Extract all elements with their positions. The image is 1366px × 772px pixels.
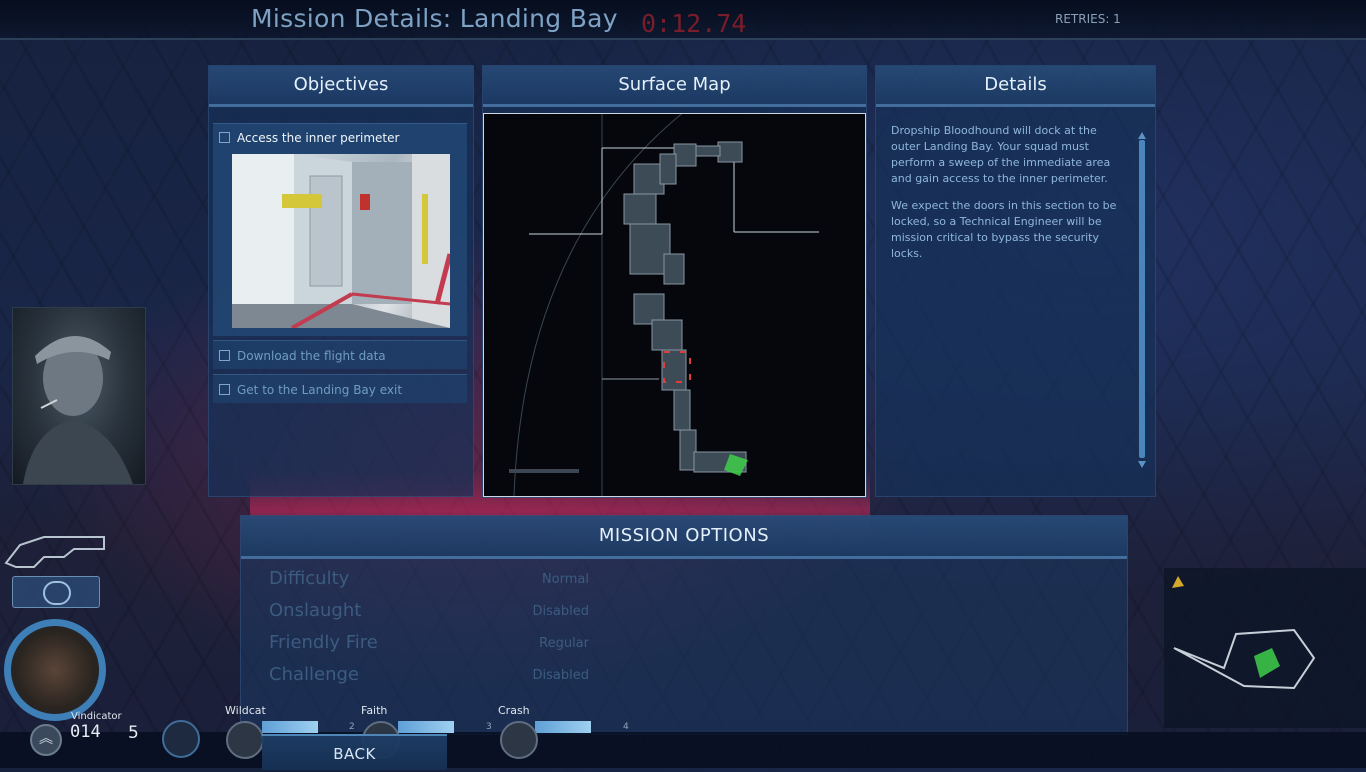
squad-member-icon	[226, 721, 264, 759]
squad-member-health-bar	[262, 721, 318, 733]
option-onslaught[interactable]: Onslaught Disabled	[269, 600, 589, 630]
objective-label: Access the inner perimeter	[237, 131, 400, 145]
objective-label: Get to the Landing Bay exit	[237, 383, 403, 397]
weapon-icon	[4, 523, 106, 573]
surface-map-title: Surface Map	[483, 66, 866, 107]
surface-map[interactable]	[483, 103, 866, 497]
objective-item[interactable]: Download the flight data	[213, 340, 467, 369]
objectives-title: Objectives	[209, 66, 473, 107]
option-value: Disabled	[532, 604, 589, 619]
details-scrollbar[interactable]	[1138, 132, 1146, 468]
objective-preview-image	[232, 154, 450, 328]
details-paragraph: Dropship Bloodhound will dock at the out…	[891, 124, 1111, 185]
option-value: Disabled	[532, 668, 589, 683]
objective-item[interactable]: Access the inner perimeter	[213, 123, 467, 336]
ability-icon	[162, 720, 200, 758]
squad-member-count: 2	[349, 722, 355, 732]
scroll-up-arrow-icon[interactable]	[1138, 132, 1146, 139]
grenade-count: 5	[128, 723, 139, 743]
details-text: Dropship Bloodhound will dock at the out…	[891, 123, 1126, 273]
mission-options-panel: MISSION OPTIONS Difficulty Normal Onslau…	[240, 515, 1128, 735]
details-panel: Details Dropship Bloodhound will dock at…	[875, 65, 1156, 497]
retries-counter: RETRIES: 1	[1055, 12, 1121, 26]
scrollbar-thumb[interactable]	[1139, 140, 1145, 458]
leader-health-ring	[4, 619, 106, 721]
objective-label: Download the flight data	[237, 349, 386, 363]
details-paragraph: We expect the doors in this section to b…	[891, 199, 1117, 260]
option-label: Challenge	[269, 664, 359, 685]
squad-member-health-bar	[535, 721, 591, 733]
squad-bar	[0, 732, 1366, 768]
objective-checkbox[interactable]	[219, 384, 230, 395]
ammo-count: 014	[70, 722, 101, 742]
leader-name: Vindicator	[71, 711, 122, 722]
squad-member-name: Faith	[361, 704, 388, 717]
objective-item[interactable]: Get to the Landing Bay exit	[213, 374, 467, 403]
squad-member-count: 3	[486, 722, 492, 732]
squad-member-health-bar	[398, 721, 454, 733]
squad-member-icon	[500, 721, 538, 759]
top-bar: Mission Details: Landing Bay 0:12.74 RET…	[0, 0, 1366, 40]
squad-member-count: 4	[623, 722, 629, 732]
squad-member-name: Wildcat	[225, 704, 266, 717]
back-button[interactable]: BACK	[262, 734, 447, 770]
commander-portrait	[12, 307, 146, 485]
ammo-gadget-icon	[12, 576, 100, 608]
option-challenge[interactable]: Challenge Disabled	[269, 664, 589, 694]
option-label: Difficulty	[269, 568, 350, 589]
option-label: Friendly Fire	[269, 632, 378, 653]
objectives-panel: Objectives Access the inner perimeter Do…	[208, 65, 474, 497]
option-friendly-fire[interactable]: Friendly Fire Regular	[269, 632, 589, 662]
objective-checkbox[interactable]	[219, 350, 230, 361]
option-label: Onslaught	[269, 600, 362, 621]
option-difficulty[interactable]: Difficulty Normal	[269, 568, 589, 598]
option-value: Normal	[541, 572, 589, 587]
mission-timer: 0:12.74	[641, 9, 747, 38]
details-title: Details	[876, 66, 1155, 107]
mission-title: Mission Details: Landing Bay	[251, 4, 618, 33]
surface-map-panel: Surface Map	[482, 65, 867, 498]
squad-member-name: Crash	[498, 704, 530, 717]
mission-options-title: MISSION OPTIONS	[241, 516, 1127, 559]
option-value: Regular	[539, 636, 589, 651]
minimap	[1164, 568, 1366, 728]
objective-checkbox[interactable]	[219, 132, 230, 143]
rank-chevron-icon: ︽	[30, 724, 62, 756]
scroll-down-arrow-icon[interactable]	[1138, 461, 1146, 468]
